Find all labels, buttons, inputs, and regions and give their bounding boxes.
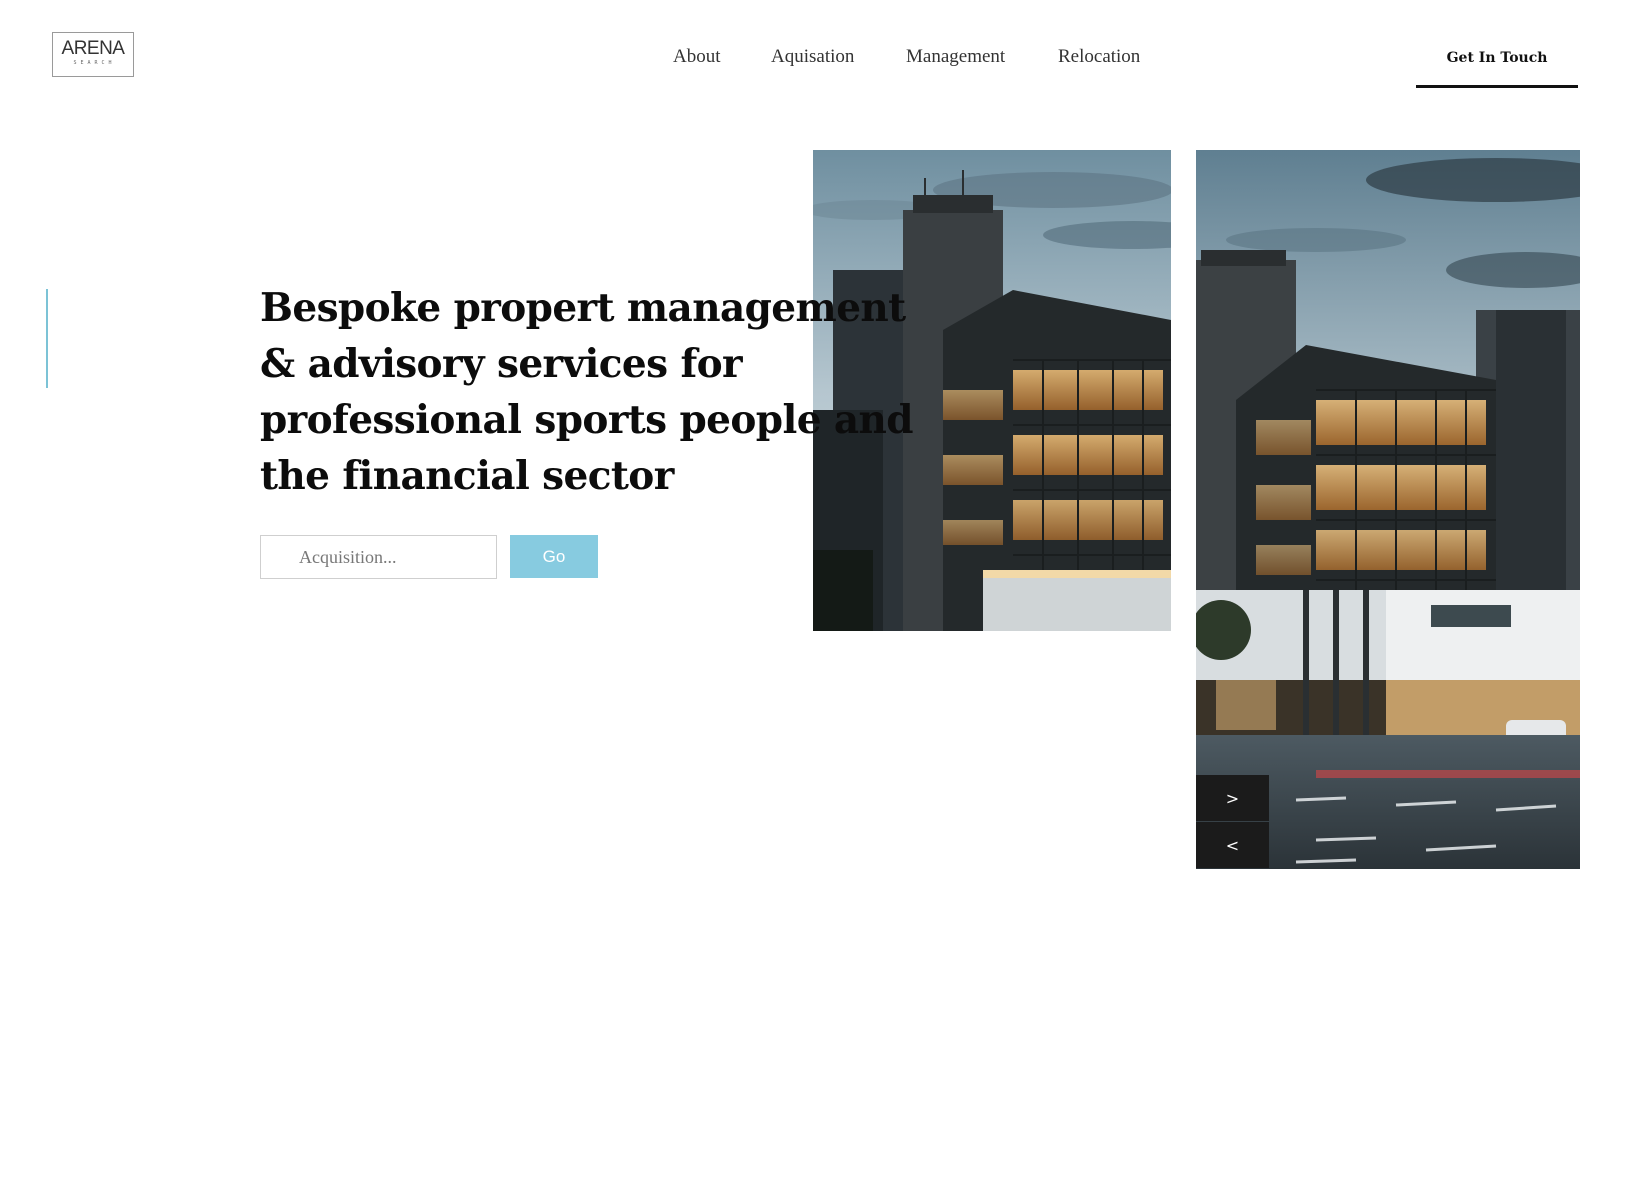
headline-line: the financial sector [260,453,674,499]
accent-line [46,289,48,388]
slider-prev-button[interactable]: < [1196,822,1269,868]
building-photo-right [1196,150,1580,869]
cta-underline [1416,85,1578,88]
nav-item-management[interactable]: Management [906,46,1005,68]
slider-next-button[interactable]: > [1196,775,1269,821]
headline-line: & advisory services for [260,341,743,387]
logo-subtext: SEARCH [73,60,116,66]
go-button[interactable]: Go [510,535,598,578]
logo-text: ARENA [61,38,125,59]
nav-item-relocation[interactable]: Relocation [1058,46,1140,68]
logo[interactable]: ARENA SEARCH [52,32,134,77]
get-in-touch-label: Get In Touch [1446,50,1548,66]
acquisition-search-input[interactable] [260,535,497,579]
headline-line: professional sports people and [260,397,914,443]
nav-item-about[interactable]: About [673,46,721,68]
building-image-right [1196,150,1580,869]
nav-item-aquisation[interactable]: Aquisation [771,46,854,68]
headline-line: Bespoke propert management [260,285,906,331]
hero-headline: Bespoke propert management & advisory se… [260,280,914,504]
get-in-touch-button[interactable]: Get In Touch [1416,42,1578,88]
